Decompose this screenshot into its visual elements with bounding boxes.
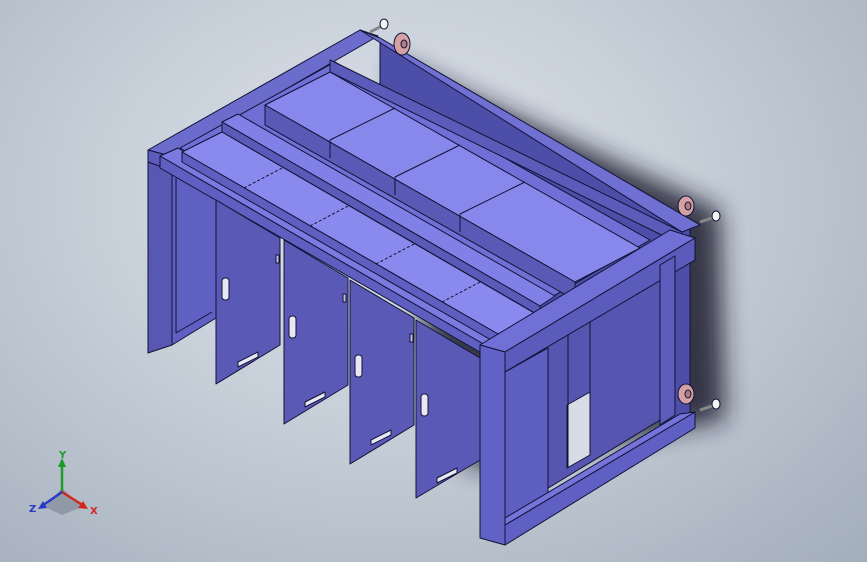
model-view[interactable] bbox=[0, 0, 867, 562]
door-4-handle[interactable] bbox=[420, 393, 429, 417]
triad-y-label: Y bbox=[59, 450, 67, 461]
leveling-bolt-1 bbox=[369, 18, 389, 34]
hinge-3 bbox=[409, 333, 414, 343]
door-3-handle[interactable] bbox=[354, 354, 363, 378]
graphics-viewport[interactable]: Y Z X bbox=[0, 0, 867, 562]
reference-triad[interactable] bbox=[38, 458, 88, 515]
triad-x-label: X bbox=[90, 506, 98, 517]
right-post bbox=[659, 255, 676, 426]
door-2-handle[interactable] bbox=[288, 315, 297, 339]
right-end-frame-face bbox=[479, 344, 506, 546]
triad-z-label: Z bbox=[29, 504, 37, 515]
hinge-1 bbox=[275, 254, 280, 264]
caster-back-top bbox=[393, 32, 411, 56]
door-1-handle[interactable] bbox=[221, 277, 230, 301]
left-end-frame-face bbox=[147, 159, 173, 354]
right-end-opening bbox=[566, 391, 591, 469]
caster-right-bottom bbox=[677, 383, 695, 405]
caster-right-top bbox=[677, 195, 695, 217]
hinge-2 bbox=[342, 293, 347, 303]
